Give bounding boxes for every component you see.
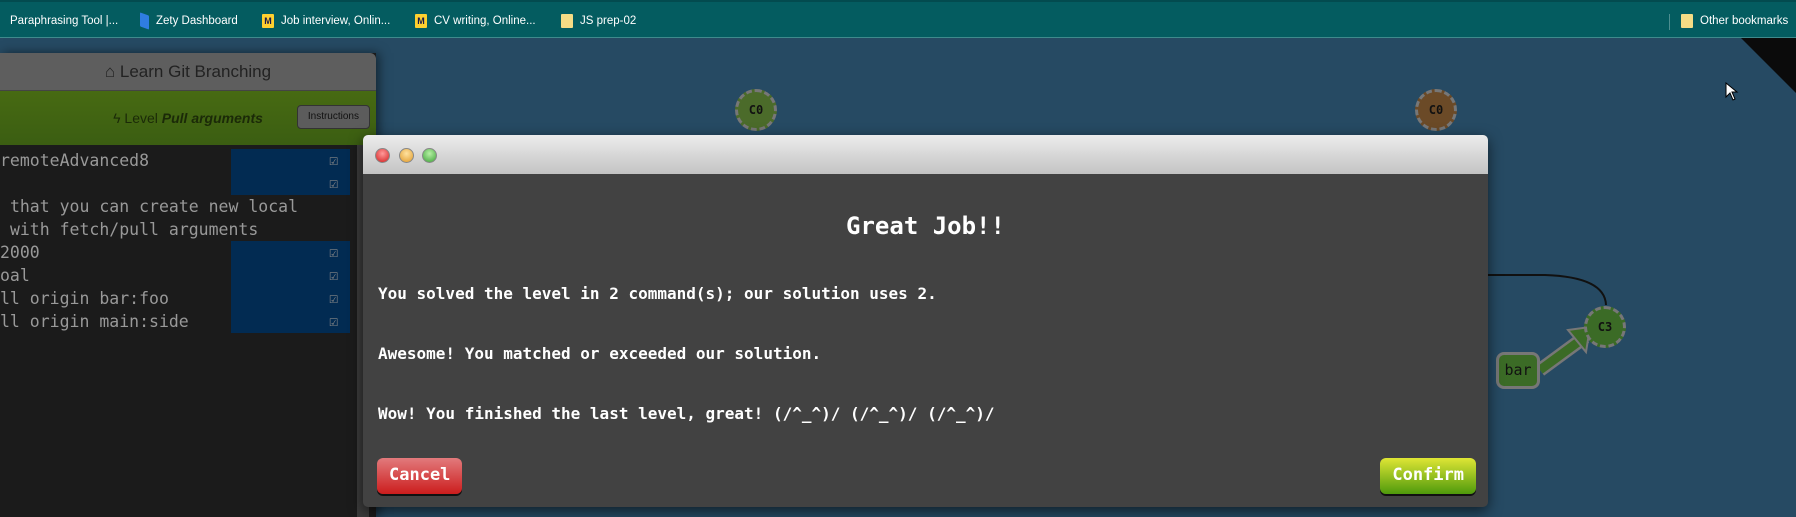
check-icon: ☑: [328, 266, 338, 284]
home-icon: ⌂: [104, 62, 120, 81]
terminal-line: 2000 ☑: [0, 243, 338, 262]
terminal-line: remoteAdvanced8 ☑: [0, 151, 338, 170]
commit-node[interactable]: C0: [735, 89, 777, 131]
command-panel: ⌂ Learn Git Branching ϟ Level Pull argum…: [0, 53, 376, 517]
terminal-line: ll origin bar:foo ☑: [0, 289, 338, 308]
level-bar: ϟ Level Pull arguments Instructions: [0, 91, 376, 145]
level-prefix: Level: [124, 110, 158, 126]
result-text: Wow! You finished the last level, great!…: [378, 404, 995, 423]
check-icon: ☑: [328, 312, 338, 330]
terminal-line: that you can create new local: [9, 197, 299, 216]
commit-node[interactable]: C0: [1415, 89, 1457, 131]
result-text: Awesome! You matched or exceeded our sol…: [378, 344, 822, 363]
confirm-button[interactable]: Confirm: [1380, 458, 1476, 494]
level-complete-dialog: Great Job!! You solved the level in 2 co…: [363, 135, 1488, 507]
terminal-line: oal ☑: [0, 266, 338, 285]
check-icon: ☑: [328, 289, 338, 307]
close-icon[interactable]: [375, 148, 390, 163]
dialog-title: Great Job!!: [846, 212, 1005, 240]
terminal: remoteAdvanced8 ☑ ☑ that you can create n…: [0, 145, 376, 333]
level-name: Pull arguments: [161, 110, 263, 126]
terminal-line: with fetch/pull arguments: [9, 220, 259, 239]
commit-edge: [1488, 274, 1607, 306]
minimize-icon[interactable]: [399, 148, 414, 163]
app-title: Learn Git Branching: [119, 62, 272, 81]
terminal-line: ☑: [0, 172, 376, 195]
panel-header[interactable]: ⌂ Learn Git Branching: [0, 53, 376, 91]
branch-label[interactable]: bar: [1496, 352, 1540, 389]
check-icon: ☑: [328, 243, 338, 261]
instructions-button[interactable]: Instructions: [296, 105, 370, 129]
commit-node[interactable]: C3: [1584, 306, 1626, 348]
result-text: You solved the level in 2 command(s); ou…: [378, 284, 937, 303]
cursor-icon: [1725, 82, 1739, 101]
terminal-line: ll origin main:side ☑: [0, 312, 338, 331]
github-corner[interactable]: [1741, 38, 1796, 93]
check-icon: ☑: [328, 174, 338, 192]
dialog-titlebar: [363, 135, 1488, 174]
maximize-icon[interactable]: [422, 148, 437, 163]
cancel-button[interactable]: Cancel: [377, 458, 463, 494]
bolt-icon: ϟ: [113, 110, 125, 126]
check-icon: ☑: [328, 151, 338, 169]
